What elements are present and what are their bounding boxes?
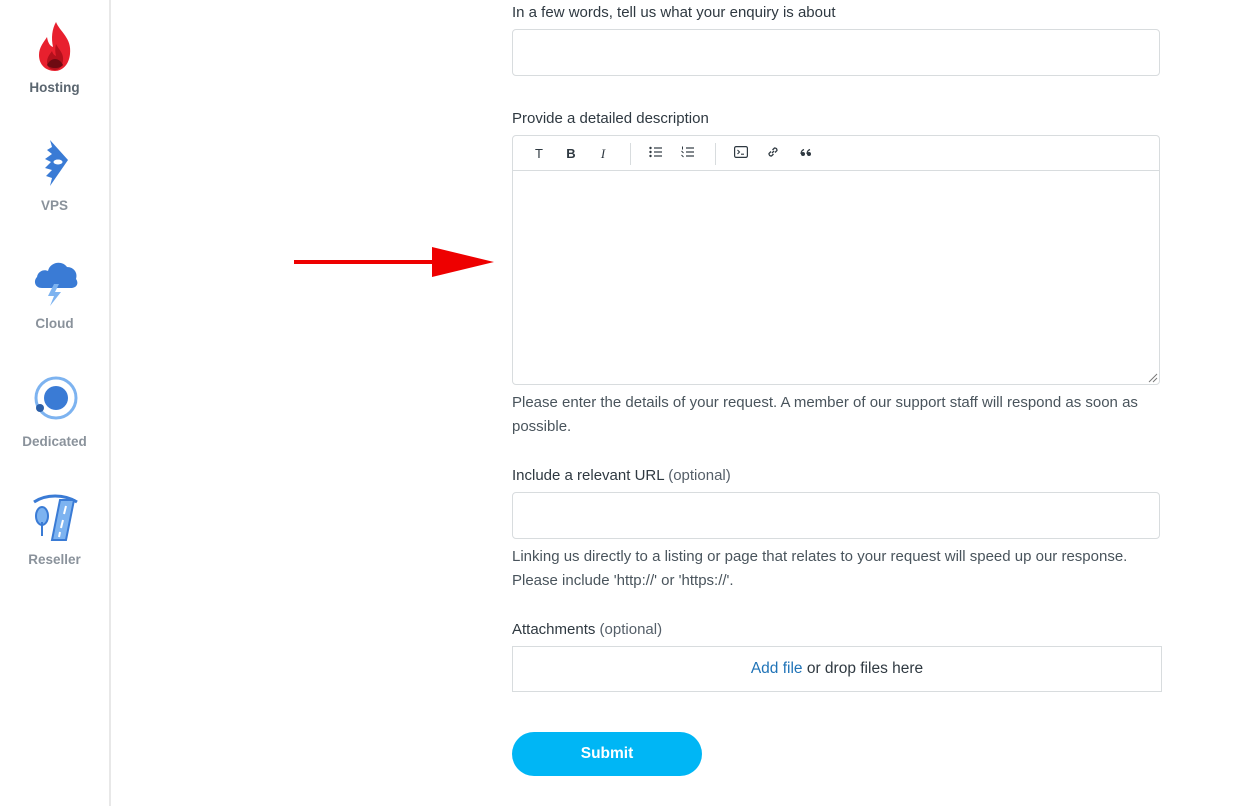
url-hint: Linking us directly to a listing or page… — [512, 548, 1128, 589]
cloud-icon — [34, 262, 77, 306]
bulleted-list-icon — [649, 146, 662, 158]
description-label: Provide a detailed description — [512, 110, 709, 127]
quote-icon — [800, 148, 811, 156]
editor-toolbar: T B I — [513, 136, 1159, 171]
sidebar-item-label: Dedicated — [22, 434, 87, 449]
description-hint: Please enter the details of your request… — [512, 394, 1138, 435]
sidebar: Hosting VPS Cloud Dedicated Reseller — [0, 0, 111, 806]
file-drop-zone[interactable]: Add file or drop files here — [512, 646, 1162, 692]
subject-input[interactable] — [512, 29, 1160, 76]
subject-label: In a few words, tell us what your enquir… — [512, 4, 836, 21]
sidebar-item-cloud[interactable]: Cloud — [0, 256, 109, 331]
numbered-list-icon — [681, 146, 694, 158]
sidebar-item-label: Hosting — [29, 80, 80, 95]
attachments-label: Attachments (optional) — [512, 621, 662, 638]
numbered-list-button[interactable] — [678, 145, 698, 163]
italic-button[interactable]: I — [593, 145, 613, 163]
flame-icon — [38, 22, 70, 71]
optional-tag: (optional) — [668, 467, 731, 484]
dedicated-server-icon — [34, 376, 77, 420]
drop-files-text: or drop files here — [802, 660, 924, 677]
sidebar-item-dedicated[interactable]: Dedicated — [0, 374, 109, 449]
submit-button[interactable]: Submit — [512, 732, 702, 776]
vps-icon — [44, 140, 68, 186]
toolbar-divider — [715, 143, 716, 165]
bold-button[interactable]: B — [561, 145, 581, 163]
code-block-button[interactable] — [731, 145, 751, 163]
sidebar-item-reseller[interactable]: Reseller — [0, 492, 109, 567]
optional-tag: (optional) — [599, 621, 663, 638]
code-block-icon — [734, 146, 749, 159]
sidebar-item-vps[interactable]: VPS — [0, 138, 109, 213]
description-editor: T B I — [512, 135, 1160, 385]
red-arrow-icon — [294, 247, 494, 277]
sidebar-item-label: Reseller — [28, 552, 81, 567]
bulleted-list-button[interactable] — [646, 145, 666, 163]
quote-button[interactable] — [796, 145, 816, 163]
url-label: Include a relevant URL (optional) — [512, 467, 731, 484]
text-format-button[interactable]: T — [529, 145, 549, 163]
sidebar-item-label: VPS — [40, 198, 68, 213]
sidebar-item-hosting[interactable]: Hosting — [0, 20, 109, 95]
attachments-label-text: Attachments — [512, 621, 596, 638]
sidebar-item-label: Cloud — [35, 316, 74, 331]
add-file-link[interactable]: Add file — [751, 660, 803, 677]
resize-handle-icon[interactable] — [1148, 373, 1158, 383]
url-input[interactable] — [512, 492, 1160, 539]
reseller-road-icon — [32, 494, 78, 541]
url-label-text: Include a relevant URL — [512, 467, 665, 484]
link-button[interactable] — [763, 145, 783, 163]
link-icon — [768, 147, 778, 157]
toolbar-divider — [630, 143, 631, 165]
